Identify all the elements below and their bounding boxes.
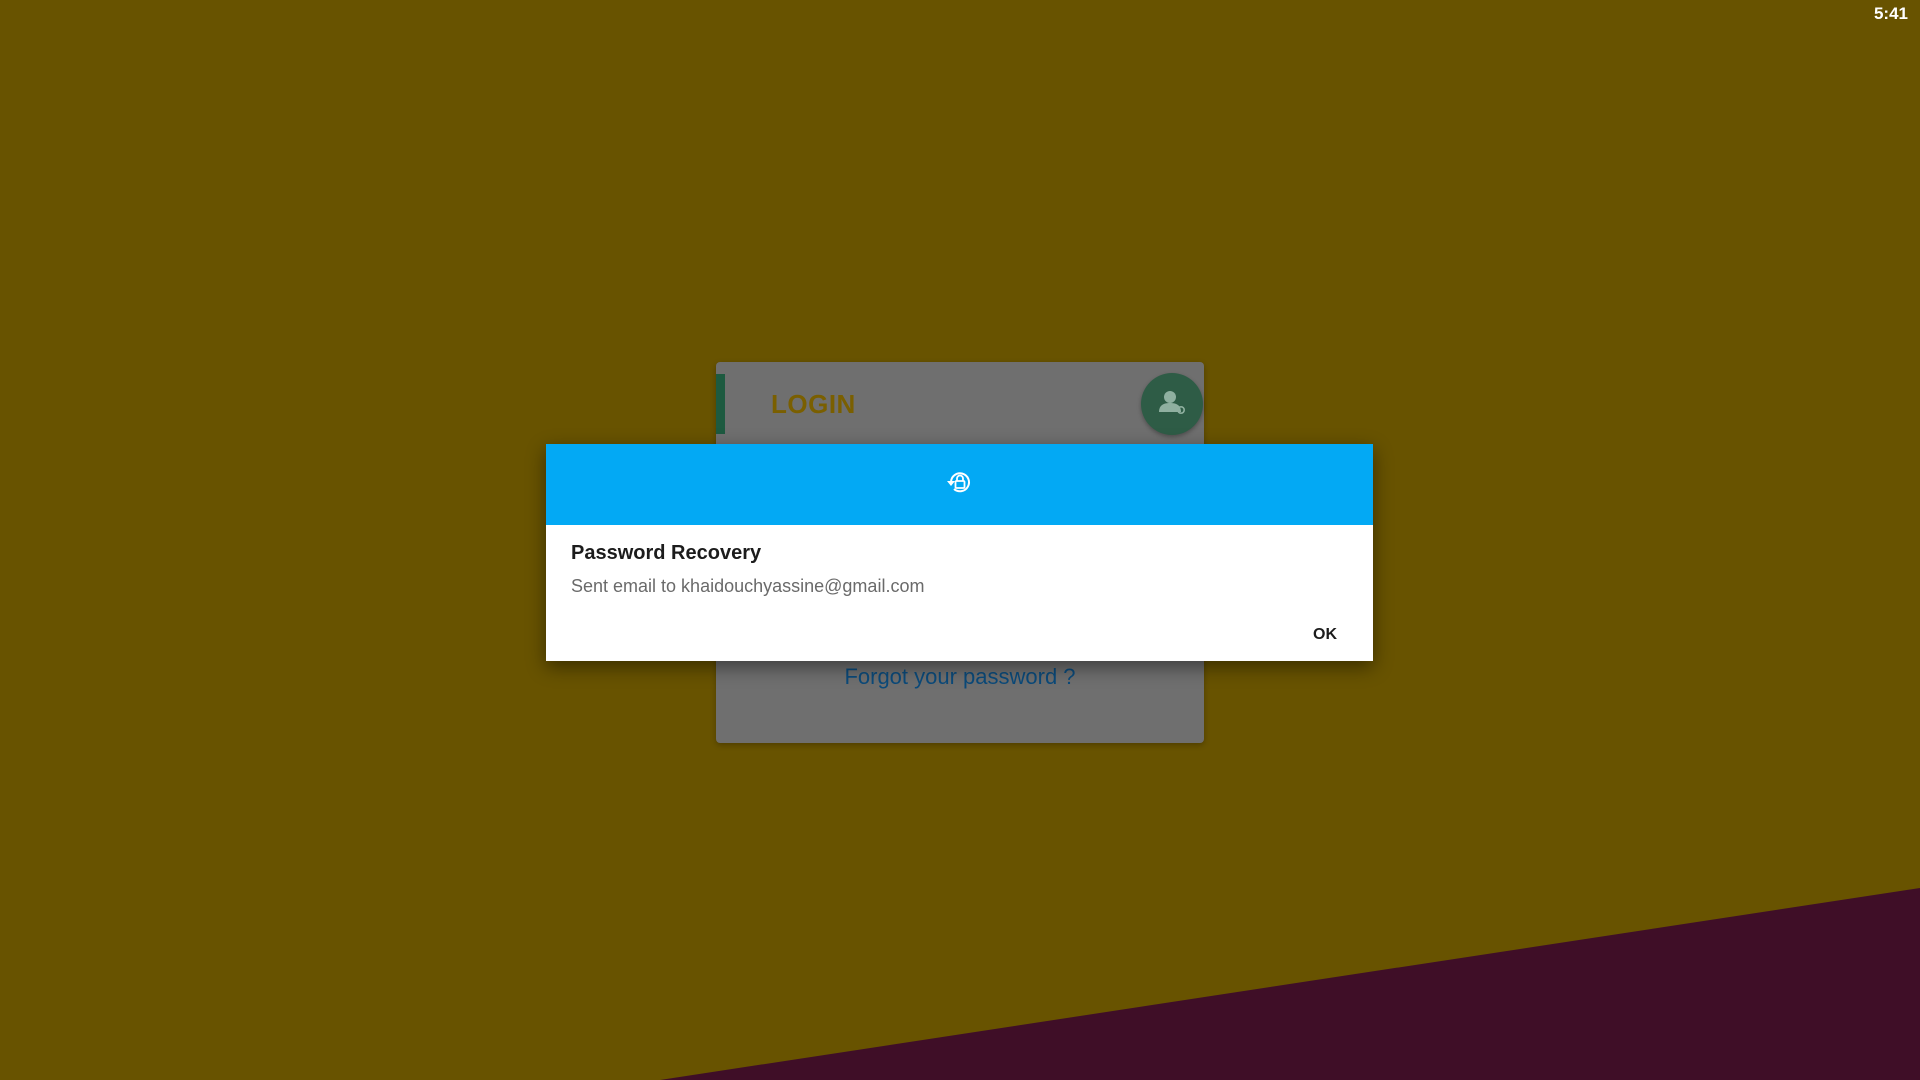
login-title: LOGIN [771, 389, 856, 419]
password-recovery-dialog: Password Recovery Sent email to khaidouc… [546, 444, 1373, 661]
dialog-title: Password Recovery [571, 542, 762, 564]
forgot-password-link[interactable]: Forgot your password ? [716, 664, 1204, 690]
login-avatar-button[interactable] [1141, 373, 1203, 435]
lock-reset-icon [945, 467, 975, 502]
ok-button[interactable]: OK [1299, 620, 1351, 650]
status-bar-time: 5:41 [1873, 4, 1908, 23]
login-card-accent [716, 374, 725, 434]
dialog-message: Sent email to khaidouchyassine@gmail.com [571, 576, 925, 596]
dialog-header [546, 444, 1373, 525]
app-screen: 5:41 LOGIN Forgot your password ? Passwo… [0, 0, 1920, 1080]
user-settings-icon [1157, 387, 1187, 422]
